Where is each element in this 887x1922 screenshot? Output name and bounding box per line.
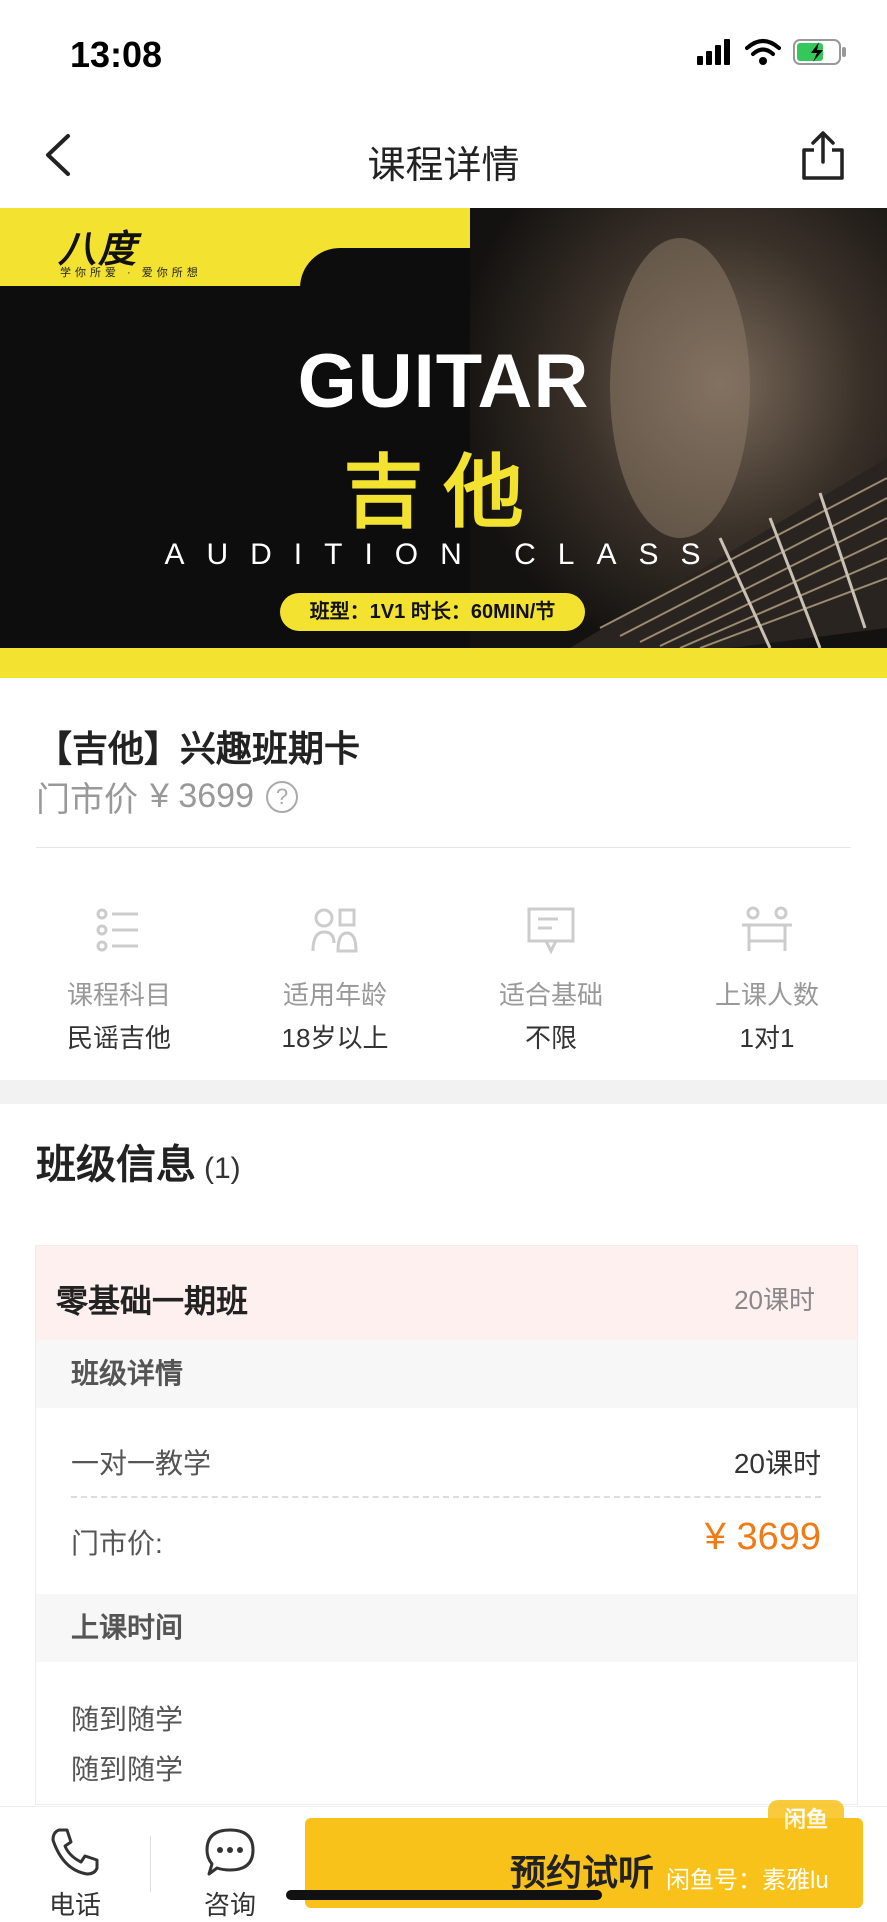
feature-label: 适合基础 bbox=[498, 980, 603, 1010]
class-price-label: 门市价: bbox=[71, 1528, 163, 1559]
board-icon bbox=[527, 907, 575, 955]
class-time-line: 随到随学 bbox=[71, 1704, 184, 1735]
class-time-header: 上课时间 bbox=[36, 1594, 857, 1662]
banner-title-cn: 吉他 bbox=[343, 448, 544, 537]
class-time-line: 随到随学 bbox=[71, 1754, 184, 1785]
phone-icon bbox=[51, 1828, 99, 1876]
course-title: 【吉他】兴趣班期卡 bbox=[36, 728, 361, 769]
signal-icon bbox=[697, 39, 730, 65]
section-separator bbox=[0, 1080, 887, 1104]
page-title: 课程详情 bbox=[367, 145, 520, 187]
chat-icon bbox=[205, 1828, 255, 1876]
feature-level: 适合基础 不限 bbox=[441, 905, 661, 1055]
class-count: (1) bbox=[204, 1152, 241, 1185]
store-price-row: 门市价 ¥ 3699 ? bbox=[36, 772, 298, 821]
bottom-divider bbox=[150, 1836, 151, 1892]
class-section-title: 班级信息 (1) bbox=[36, 1132, 241, 1190]
phone-label: 电话 bbox=[48, 1890, 101, 1920]
feature-size: 上课人数 1对1 bbox=[657, 905, 877, 1055]
age-icon bbox=[311, 908, 358, 953]
feature-label: 课程科目 bbox=[66, 980, 171, 1010]
store-price-value: ¥ 3699 bbox=[150, 777, 254, 815]
feature-value: 18岁以上 bbox=[281, 1023, 389, 1053]
home-indicator bbox=[286, 1890, 602, 1900]
teach-mode-label: 一对一教学 bbox=[71, 1448, 212, 1479]
watermark-text: 闲鱼号：素雅lu bbox=[666, 1867, 829, 1894]
consult-label: 咨询 bbox=[203, 1890, 256, 1920]
phone-button[interactable]: 电话 bbox=[30, 1826, 120, 1922]
status-time: 13:08 bbox=[70, 34, 163, 75]
consult-button[interactable]: 咨询 bbox=[185, 1826, 275, 1922]
list-icon bbox=[96, 908, 138, 952]
feature-label: 上课人数 bbox=[714, 980, 819, 1010]
dashed-divider bbox=[71, 1496, 821, 1498]
feature-age: 适用年龄 18岁以上 bbox=[225, 905, 445, 1055]
feature-value: 民谣吉他 bbox=[66, 1023, 171, 1053]
feature-value: 1对1 bbox=[739, 1023, 795, 1053]
watermark-badge: 闲鱼 bbox=[768, 1800, 844, 1840]
course-banner: 八度 学你所爱 · 爱你所想 GUITAR 吉他 AUDITION CLASS … bbox=[0, 208, 887, 678]
wifi-icon bbox=[745, 39, 781, 65]
class-hours: 20课时 bbox=[734, 1285, 815, 1315]
class-price-value: ¥ 3699 bbox=[704, 1516, 821, 1558]
banner-class-info: 班型：1V1 时长：60MIN/节 bbox=[280, 593, 585, 631]
feature-value: 不限 bbox=[524, 1023, 577, 1053]
teach-mode-hours: 20课时 bbox=[733, 1448, 821, 1479]
share-button[interactable] bbox=[798, 130, 848, 187]
divider bbox=[36, 847, 851, 848]
battery-icon bbox=[793, 39, 846, 65]
share-icon bbox=[802, 131, 844, 180]
banner-subtitle: AUDITION CLASS bbox=[164, 538, 723, 571]
help-icon[interactable]: ? bbox=[266, 780, 298, 813]
store-price-label: 门市价 bbox=[36, 781, 138, 819]
class-section-label: 班级信息 bbox=[36, 1143, 196, 1187]
feature-subject: 课程科目 民谣吉他 bbox=[9, 905, 229, 1055]
feature-label: 适用年龄 bbox=[282, 980, 387, 1010]
class-name: 零基础一期班 bbox=[56, 1283, 249, 1319]
class-detail-header: 班级详情 bbox=[36, 1340, 857, 1408]
book-trial-label: 预约试听 bbox=[510, 1852, 655, 1893]
status-icons bbox=[697, 38, 847, 66]
brand-slogan: 学你所爱 · 爱你所想 bbox=[60, 267, 202, 279]
class-card[interactable]: 零基础一期班 20课时 班级详情 一对一教学 20课时 门市价: ¥ 3699 … bbox=[35, 1245, 858, 1805]
banner-title-en: GUITAR bbox=[297, 339, 590, 424]
people-icon bbox=[742, 906, 792, 951]
